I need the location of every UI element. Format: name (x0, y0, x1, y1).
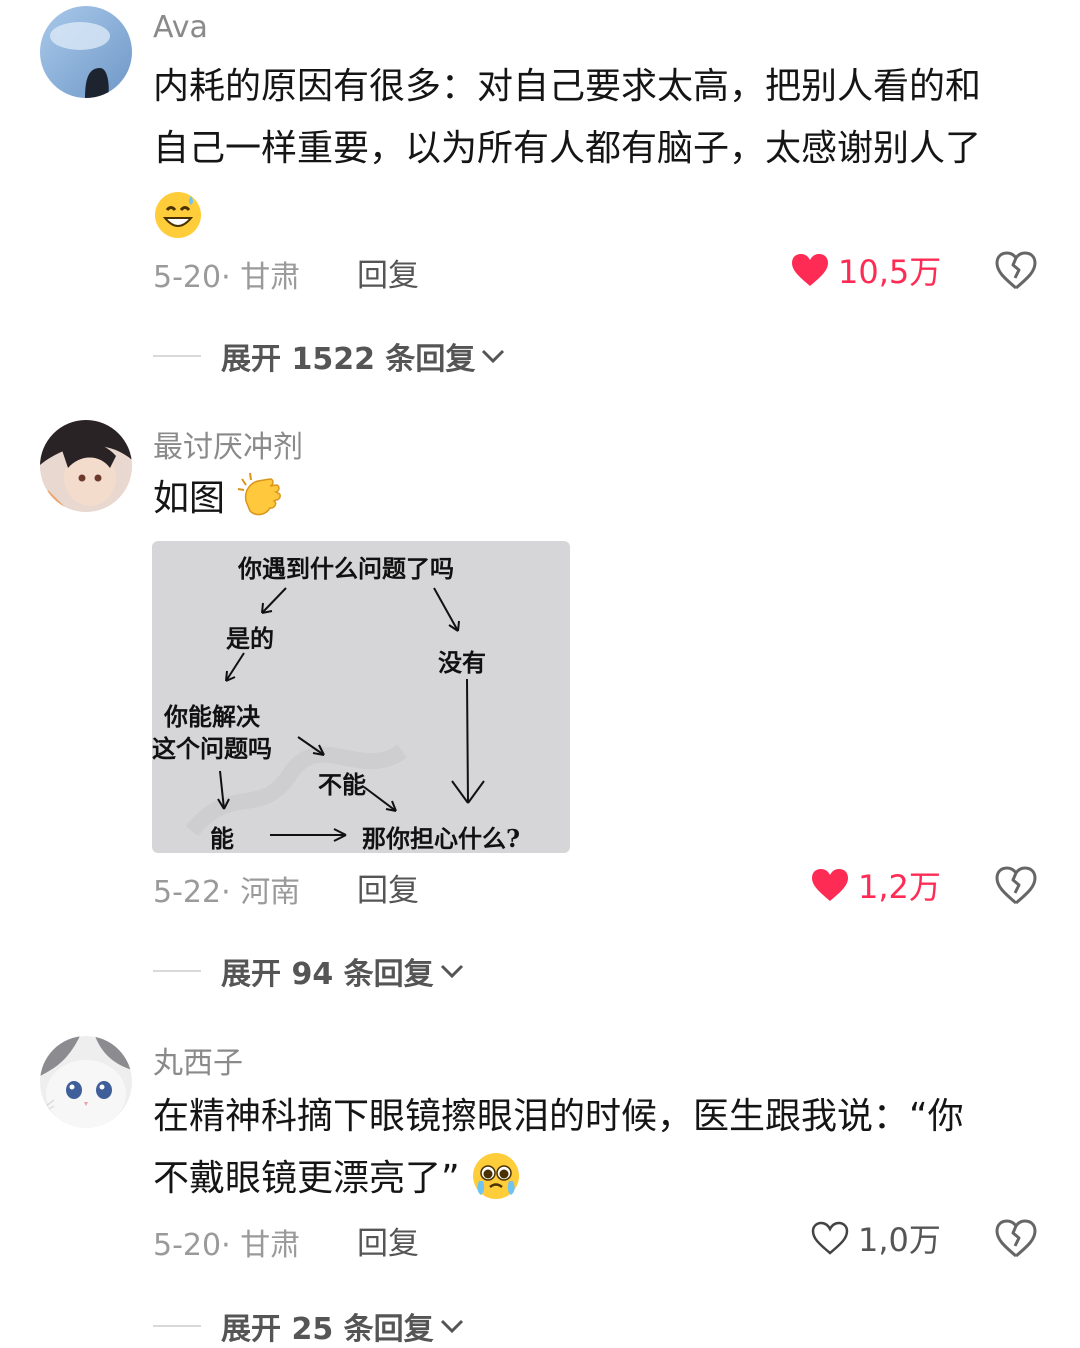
comment-text-line: 自己一样重要，以为所有人都有脑子，太感谢别人了 (153, 128, 982, 169)
comment-text-line: 不戴眼镜更漂亮了” (153, 1158, 460, 1199)
heart-outline-icon (811, 1221, 849, 1255)
comment-text-line: 在精神科摘下眼镜擦眼泪的时候，医生跟我说：“你 (153, 1096, 964, 1137)
like-count: 10,5万 (838, 253, 942, 291)
divider-line (153, 970, 201, 972)
comment-text: 如图 (153, 468, 1053, 530)
expand-replies-label: 展开 1522 条回复 (221, 342, 476, 377)
like-button[interactable]: 10,5万 (790, 248, 941, 292)
comment-1: Ava 内耗的原因有很多：对自己要求太高，把别人看的和 自己一样重要，以为所有人… (0, 0, 1080, 400)
comment-location: 河南 (240, 875, 301, 910)
attached-image-flowchart[interactable]: 你遇到什么问题了吗 是的 没有 你能解决 这个问题吗 不能 能 那你担心什么? (152, 541, 570, 853)
comment-location: 甘肃 (240, 1228, 301, 1263)
flowchart-question: 你遇到什么问题了吗 (238, 554, 454, 583)
expand-replies-label: 展开 25 条回复 (221, 1312, 434, 1347)
meta-separator: · (221, 260, 231, 295)
reply-button[interactable]: 回复 (357, 250, 419, 295)
grinning-sweat-emoji (155, 192, 201, 238)
divider-line (153, 1325, 201, 1327)
comment-location: 甘肃 (240, 260, 301, 295)
like-count: 1,0万 (858, 1221, 941, 1259)
meta-separator: · (221, 875, 231, 910)
flowchart-why-worry: 那你担心什么? (362, 824, 521, 853)
comment-text-line: 内耗的原因有很多：对自己要求太高，把别人看的和 (153, 66, 982, 107)
heart-filled-icon (812, 869, 848, 901)
broken-heart-icon[interactable] (994, 248, 1038, 292)
comment-meta: 5-22· 河南 (153, 867, 300, 911)
chevron-down-icon (440, 964, 463, 979)
meta-separator: · (221, 1228, 231, 1263)
expand-replies-label: 展开 94 条回复 (221, 957, 434, 992)
username[interactable]: Ava (153, 10, 208, 45)
flowchart-no: 没有 (438, 648, 486, 677)
comment-text-line: 如图 (153, 478, 226, 519)
comment-text: 在精神科摘下眼镜擦眼泪的时候，医生跟我说：“你 不戴眼镜更漂亮了” (153, 1086, 1053, 1210)
comment-meta: 5-20· 甘肃 (153, 252, 300, 296)
comment-date: 5-20 (153, 1228, 222, 1263)
avatar[interactable] (40, 1036, 132, 1128)
flowchart-can-solve-2: 这个问题吗 (152, 734, 272, 763)
heart-filled-icon (792, 254, 828, 286)
broken-heart-icon[interactable] (994, 1216, 1038, 1260)
pleading-crying-emoji (473, 1153, 520, 1199)
comment-date: 5-22 (153, 875, 222, 910)
divider-line (153, 355, 201, 357)
flowchart-can: 能 (210, 824, 234, 853)
reply-button[interactable]: 回复 (357, 865, 419, 910)
comment-meta: 5-20· 甘肃 (153, 1220, 300, 1264)
like-button[interactable]: 1,0万 (810, 1216, 941, 1260)
broken-heart-icon[interactable] (994, 863, 1038, 907)
comment-3: 丸西子 在精神科摘下眼镜擦眼泪的时候，医生跟我说：“你 不戴眼镜更漂亮了” 5-… (0, 1010, 1080, 1347)
avatar[interactable] (40, 6, 132, 98)
flowchart-yes: 是的 (226, 624, 274, 653)
comment-2: 最讨厌冲剂 如图 你遇到什么问题了吗 是的 没有 你能解决 这个问题吗 不能 能… (0, 400, 1080, 1010)
like-button[interactable]: 1,2万 (810, 863, 941, 907)
like-count: 1,2万 (858, 868, 941, 906)
flowchart-can-solve-1: 你能解决 (164, 702, 260, 731)
reply-button[interactable]: 回复 (357, 1218, 419, 1263)
clapping-hands-emoji (238, 472, 282, 516)
comment-date: 5-20 (153, 260, 222, 295)
expand-replies-button[interactable]: 展开 25 条回复 (153, 1304, 466, 1348)
username[interactable]: 丸西子 (153, 1038, 243, 1082)
flowchart-cannot: 不能 (318, 770, 366, 799)
expand-replies-button[interactable]: 展开 1522 条回复 (153, 334, 507, 378)
expand-replies-button[interactable]: 展开 94 条回复 (153, 949, 466, 993)
chevron-down-icon (482, 349, 505, 364)
avatar[interactable] (40, 420, 132, 512)
chevron-down-icon (440, 1319, 463, 1334)
username[interactable]: 最讨厌冲剂 (153, 422, 303, 466)
comment-text: 内耗的原因有很多：对自己要求太高，把别人看的和 自己一样重要，以为所有人都有脑子… (153, 56, 1053, 242)
